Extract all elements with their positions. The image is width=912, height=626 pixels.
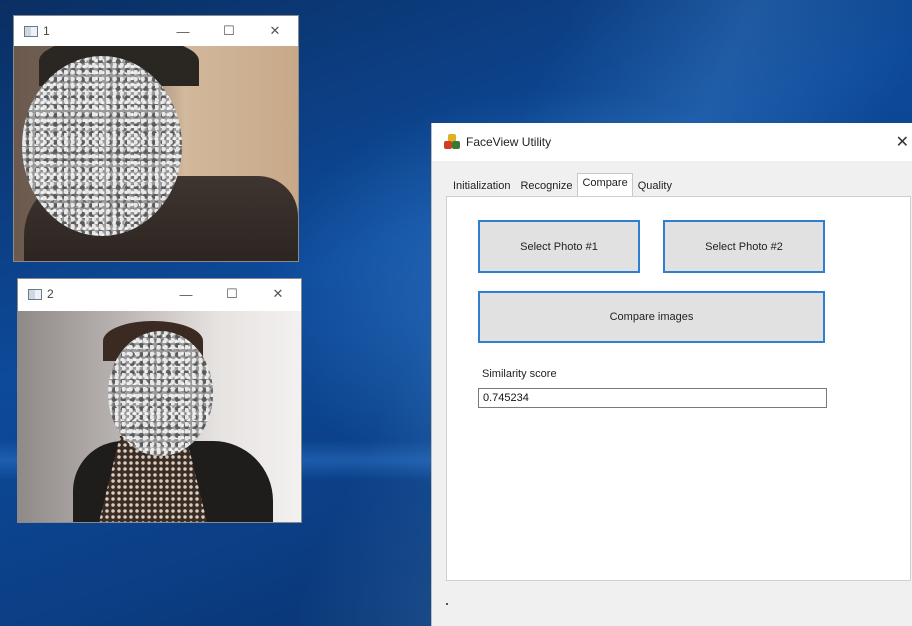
image-window-2-title: 2 [47, 287, 54, 301]
maximize-icon[interactable]: ☐ [209, 279, 255, 309]
window-title: FaceView Utility [466, 135, 552, 149]
photo-2 [18, 311, 301, 522]
image-window-2[interactable]: 2 — ☐ ✕ [17, 278, 302, 523]
photo-1 [14, 46, 298, 261]
status-indicator [446, 603, 448, 605]
compare-images-button[interactable]: Compare images [478, 291, 825, 343]
image-window-1[interactable]: 1 — ☐ ✕ [13, 15, 299, 262]
select-photo-1-button[interactable]: Select Photo #1 [478, 220, 640, 273]
faceview-window[interactable]: FaceView Utility ✕ Initialization Recogn… [431, 123, 912, 626]
select-photo-2-button[interactable]: Select Photo #2 [663, 220, 825, 273]
photo-2-face-obscured [108, 331, 213, 456]
tab-recognize[interactable]: Recognize [515, 176, 577, 196]
compare-panel: Select Photo #1 Select Photo #2 Compare … [446, 196, 911, 581]
faceview-titlebar[interactable]: FaceView Utility ✕ [432, 123, 912, 161]
similarity-score-label: Similarity score [482, 368, 557, 380]
tab-bar: Initialization Recognize Compare Quality [448, 173, 677, 196]
similarity-score-field[interactable]: 0.745234 [478, 388, 827, 408]
maximize-icon[interactable]: ☐ [206, 16, 252, 46]
tab-compare[interactable]: Compare [577, 173, 633, 196]
close-icon[interactable]: ✕ [896, 132, 909, 152]
image-window-1-titlebar[interactable]: 1 — ☐ ✕ [14, 16, 298, 46]
image-window-2-titlebar[interactable]: 2 — ☐ ✕ [18, 279, 301, 309]
close-icon[interactable]: ✕ [252, 16, 298, 46]
window-app-icon [28, 288, 42, 300]
close-icon[interactable]: ✕ [255, 279, 301, 309]
minimize-icon[interactable]: — [163, 279, 209, 309]
photo-1-face-obscured [22, 56, 182, 236]
tab-quality[interactable]: Quality [633, 176, 677, 196]
faceview-app-icon [444, 134, 460, 150]
tab-initialization[interactable]: Initialization [448, 176, 515, 196]
desktop: 1 — ☐ ✕ 2 — ☐ ✕ FaceView Utility ✕ Initi… [0, 0, 912, 626]
window-app-icon [24, 25, 38, 37]
minimize-icon[interactable]: — [160, 16, 206, 46]
image-window-1-title: 1 [43, 24, 50, 38]
